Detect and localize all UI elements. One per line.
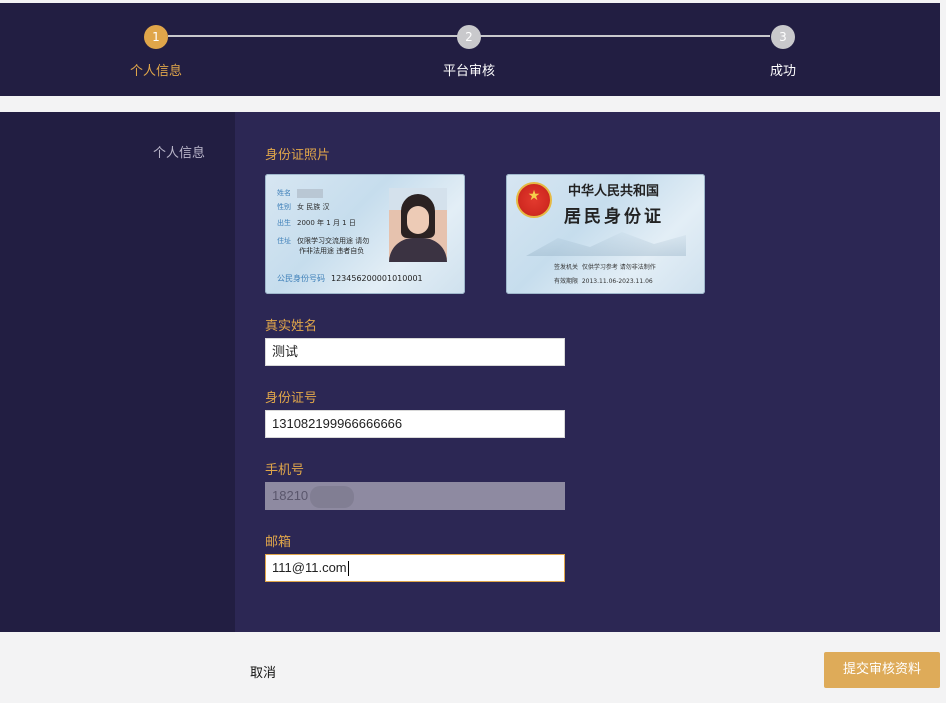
id-card-number: 123456200001010001 [331, 274, 423, 283]
id-front-key: 出生 [277, 219, 291, 227]
id-front-value: 仅限学习交流用途 请勿 [297, 237, 370, 245]
id-front-value: 作非法用途 违者自负 [299, 247, 365, 255]
real-name-value: 测试 [272, 344, 299, 359]
step-connector [168, 35, 458, 37]
step-connector [480, 35, 770, 37]
phone-label: 手机号 [265, 463, 305, 478]
validity-key: 有效期限 [554, 278, 579, 285]
real-name-input[interactable]: 测试 [265, 338, 565, 366]
validity-value: 2013.11.06-2023.11.06 [581, 278, 653, 285]
authority-key: 签发机关 [554, 264, 579, 271]
form-panel: 个人信息 身份证照片 姓名 性别女 民族 汉 出生 2000 年 1 月 1 日 … [0, 112, 940, 632]
submit-button[interactable]: 提交审核资料 [824, 652, 940, 688]
id-back-subtitle: 居民身份证 [564, 207, 664, 227]
id-front-key: 性别 [277, 203, 291, 211]
progress-stepper: 1 2 3 个人信息 平台审核 成功 [0, 3, 940, 96]
step-3-label: 成功 [769, 64, 796, 79]
email-input[interactable]: 111@11.com [265, 554, 565, 582]
form-sidebar: 个人信息 [0, 112, 235, 632]
email-label: 邮箱 [265, 535, 292, 550]
authority-value: 仅供学习参考 请勿非法制作 [581, 264, 656, 271]
id-photo-label: 身份证照片 [265, 148, 331, 163]
id-front-value: 女 民族 汉 [297, 203, 330, 211]
id-front-key: 姓名 [277, 189, 291, 197]
id-front-key: 住址 [277, 237, 291, 245]
step-2-label: 平台审核 [442, 64, 495, 79]
phone-input: 18210 [265, 482, 565, 510]
email-value: 111@11.com [272, 560, 347, 575]
id-card-front-image[interactable]: 姓名 性别女 民族 汉 出生 2000 年 1 月 1 日 住址 仅限学习交流用途 … [265, 174, 465, 294]
id-back-title: 中华人民共和国 [568, 184, 660, 199]
section-title: 个人信息 [152, 146, 205, 161]
redacted-name [297, 188, 323, 198]
text-caret [347, 561, 349, 577]
id-front-value: 2000 年 1 月 1 日 [297, 219, 356, 227]
id-number-value: 131082199966666666 [272, 416, 403, 431]
id-number-input[interactable]: 131082199966666666 [265, 410, 565, 438]
id-number-key: 公民身份号码 [277, 274, 325, 283]
portrait-photo [389, 188, 447, 262]
step-1-circle: 1 [144, 25, 168, 49]
great-wall-graphic [526, 232, 686, 256]
national-emblem-icon: ★ [516, 182, 552, 218]
step-1-label: 个人信息 [129, 64, 182, 79]
step-3-circle: 3 [771, 25, 795, 49]
phone-value: 18210 [272, 488, 309, 503]
step-2-circle: 2 [457, 25, 481, 49]
id-card-back-image[interactable]: ★ 中华人民共和国 居民身份证 签发机关 仅供学习参考 请勿非法制作 有效期限 … [506, 174, 705, 294]
id-number-label: 身份证号 [265, 391, 318, 406]
name-label: 真实姓名 [265, 319, 318, 334]
redacted-phone [310, 485, 355, 508]
cancel-button[interactable]: 取消 [250, 662, 276, 681]
